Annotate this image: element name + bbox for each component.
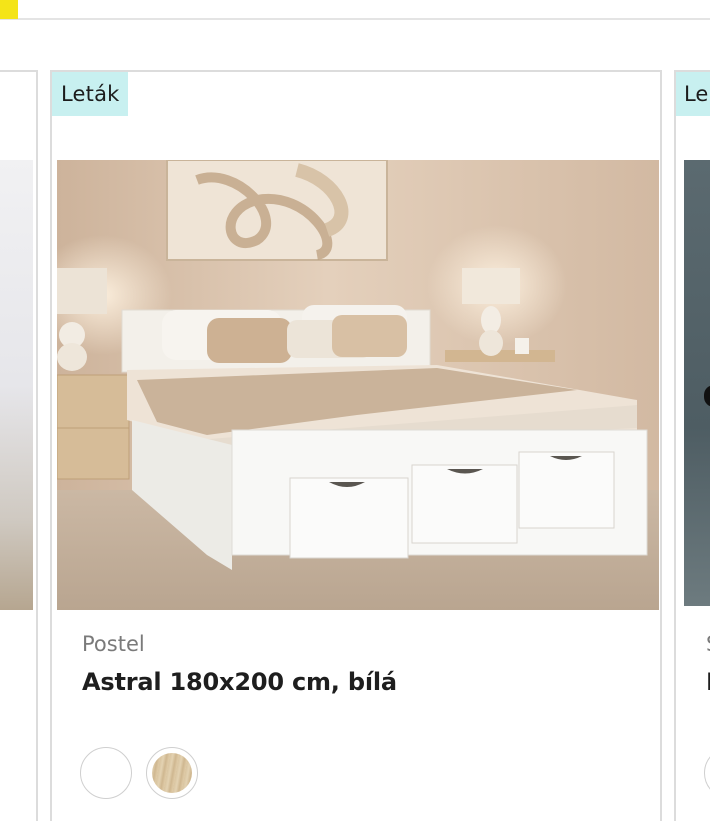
product-title-next[interactable]: I: [706, 668, 710, 696]
product-image[interactable]: [57, 160, 659, 610]
product-card-previous[interactable]: [0, 70, 38, 821]
product-card[interactable]: Leták Postel Astral 180x200 cm, bílá: [50, 70, 662, 821]
truncated-text-line: [132, 814, 372, 821]
promo-accent: [0, 0, 18, 19]
color-swatch-white[interactable]: [80, 747, 132, 799]
product-category: Postel: [82, 632, 145, 656]
product-image-previous[interactable]: [0, 160, 33, 610]
color-swatch-oak[interactable]: [146, 747, 198, 799]
top-bar: [0, 0, 710, 20]
color-swatch-next[interactable]: [704, 747, 710, 799]
leaflet-badge-next: Le: [676, 72, 710, 116]
product-carousel: Leták Postel Astral 180x200 cm, bílá Le: [0, 70, 710, 821]
lamp-shape: [704, 385, 710, 407]
product-title[interactable]: Astral 180x200 cm, bílá: [82, 668, 397, 696]
leaflet-badge: Leták: [52, 72, 128, 116]
product-category-next: S: [706, 632, 710, 656]
product-image-next[interactable]: [684, 160, 710, 606]
product-card-next[interactable]: Le S I: [674, 70, 710, 821]
